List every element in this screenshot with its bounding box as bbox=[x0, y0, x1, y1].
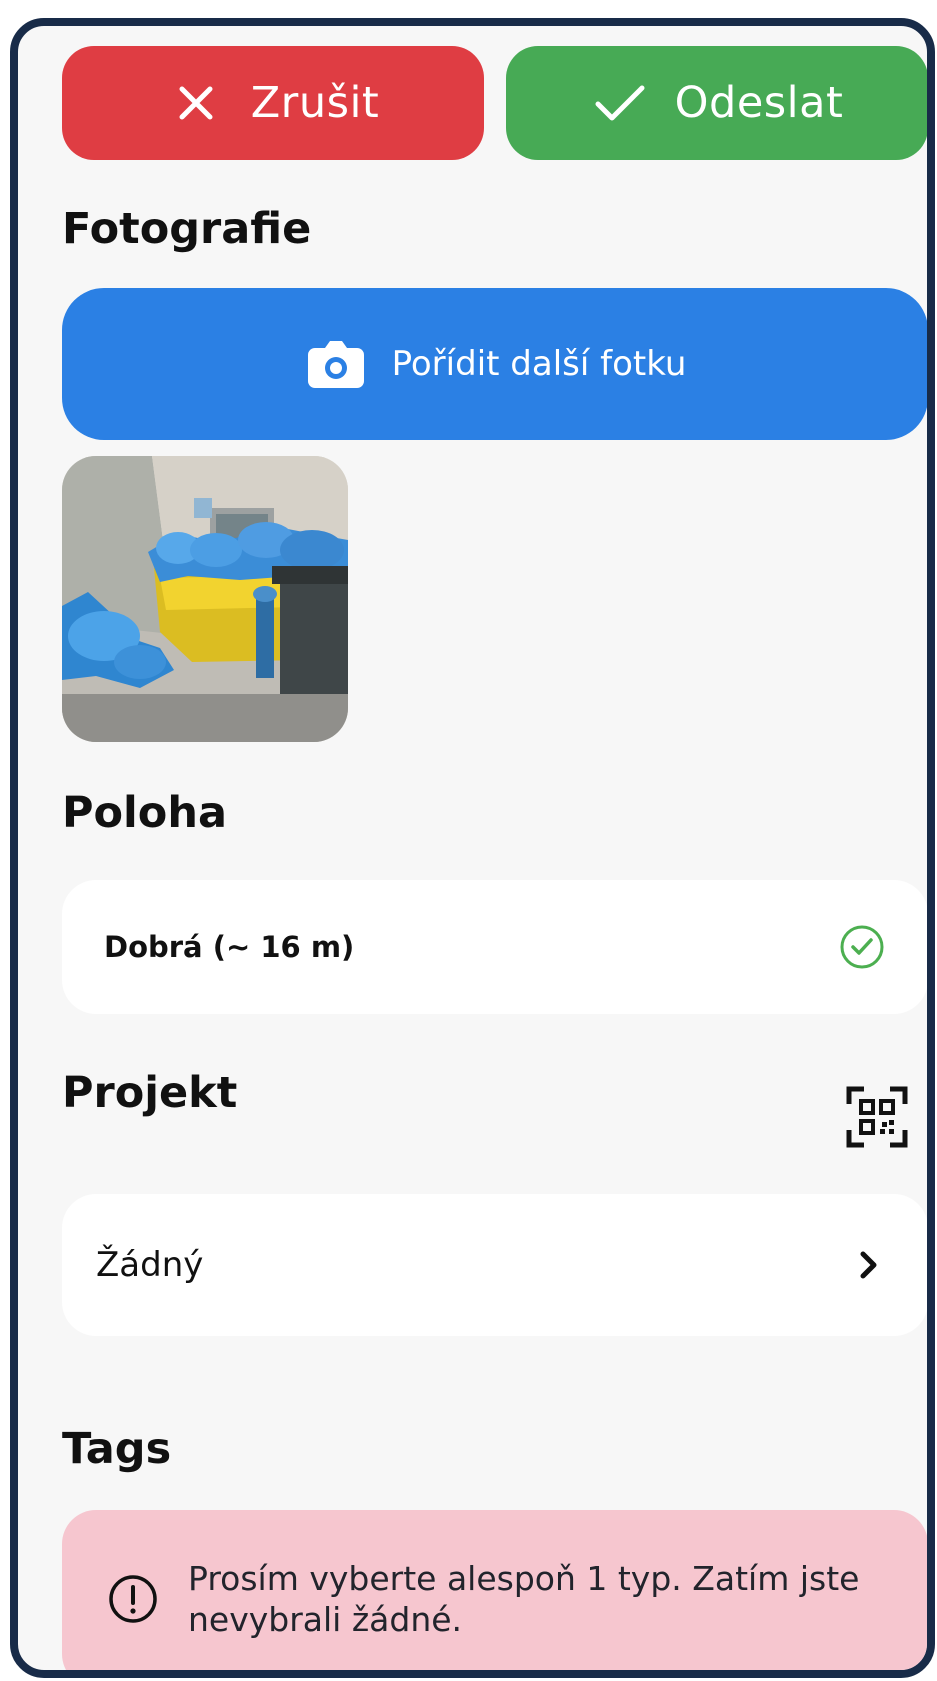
project-section-title: Projekt bbox=[62, 1068, 238, 1118]
cancel-button-label: Zrušit bbox=[250, 78, 380, 128]
tags-warning-text: Prosím vyberte alespoň 1 typ. Zatím jste… bbox=[188, 1558, 860, 1639]
check-circle-icon bbox=[838, 923, 886, 971]
exclamation-circle-icon bbox=[104, 1570, 162, 1628]
tags-warning: Prosím vyberte alespoň 1 typ. Zatím jste… bbox=[62, 1510, 927, 1670]
take-photo-button[interactable]: Pořídit další fotku bbox=[62, 288, 927, 440]
check-icon bbox=[591, 74, 649, 132]
take-photo-label: Pořídit další fotku bbox=[391, 344, 687, 384]
camera-icon bbox=[304, 336, 368, 392]
qr-scan-icon[interactable] bbox=[844, 1084, 910, 1150]
tags-section-title: Tags bbox=[62, 1424, 172, 1474]
location-section-title: Poloha bbox=[62, 788, 227, 838]
phone-frame: Zrušit Odeslat Fotografie Pořídit další … bbox=[10, 18, 935, 1678]
photo-thumbnail[interactable] bbox=[62, 456, 348, 742]
cancel-button[interactable]: Zrušit bbox=[62, 46, 484, 160]
close-icon bbox=[167, 74, 225, 132]
send-button[interactable]: Odeslat bbox=[506, 46, 927, 160]
project-selected-value: Žádný bbox=[96, 1245, 204, 1285]
form-actions: Zrušit Odeslat bbox=[62, 46, 927, 160]
location-status-text: Dobrá (~ 16 m) bbox=[104, 930, 355, 964]
location-status-card: Dobrá (~ 16 m) bbox=[62, 880, 927, 1014]
chevron-right-icon bbox=[850, 1247, 886, 1283]
photos-section-title: Fotografie bbox=[62, 204, 312, 254]
project-select[interactable]: Žádný bbox=[62, 1194, 927, 1336]
issue-report-form: Zrušit Odeslat Fotografie Pořídit další … bbox=[18, 26, 927, 1670]
send-button-label: Odeslat bbox=[674, 78, 844, 128]
